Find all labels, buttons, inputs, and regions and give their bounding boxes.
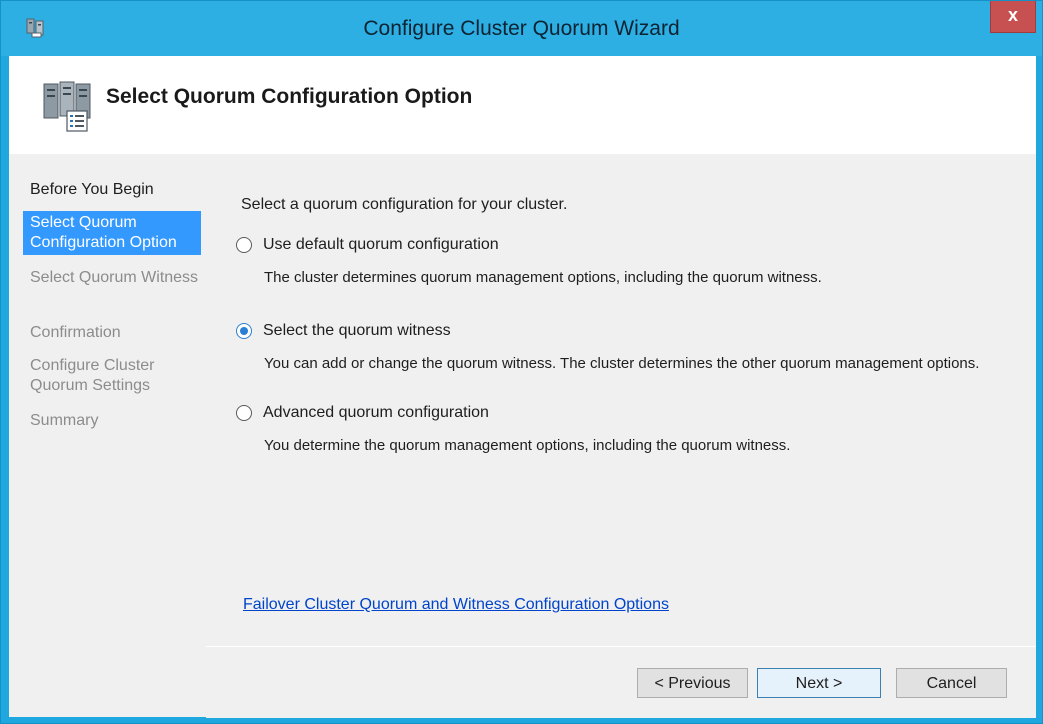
option-default-quorum-description: The cluster determines quorum management… — [264, 269, 822, 286]
wizard-footer: < Previous Next > Cancel — [206, 646, 1036, 718]
next-button[interactable]: Next > — [757, 668, 881, 698]
option-select-quorum-witness-label[interactable]: Select the quorum witness — [263, 322, 451, 340]
main-panel: Select a quorum configuration for your c… — [214, 158, 1036, 646]
sidebar-item-configure-cluster-quorum-settings[interactable]: Configure Cluster Quorum Settings — [23, 354, 199, 398]
wizard-window: Configure Cluster Quorum Wizard x Select… — [0, 0, 1043, 724]
close-icon: x — [1007, 5, 1018, 25]
cluster-servers-icon — [43, 81, 91, 132]
sidebar-item-select-quorum-witness[interactable]: Select Quorum Witness — [23, 266, 199, 290]
title-bar[interactable]: Configure Cluster Quorum Wizard x — [1, 1, 1042, 56]
cancel-button[interactable]: Cancel — [896, 668, 1007, 698]
radio-advanced-quorum[interactable] — [236, 405, 252, 421]
radio-default-quorum[interactable] — [236, 237, 252, 253]
option-select-quorum-witness[interactable]: Select the quorum witness — [236, 322, 451, 340]
sidebar-item-summary[interactable]: Summary — [23, 409, 199, 433]
sidebar-item-select-quorum-configuration-option[interactable]: Select Quorum Configuration Option — [23, 211, 201, 255]
option-default-quorum-label[interactable]: Use default quorum configuration — [263, 236, 499, 254]
sidebar-item-before-you-begin[interactable]: Before You Begin — [23, 178, 199, 202]
radio-select-quorum-witness[interactable] — [236, 323, 252, 339]
page-header: Select Quorum Configuration Option — [9, 56, 1036, 154]
option-default-quorum[interactable]: Use default quorum configuration — [236, 236, 499, 254]
help-link[interactable]: Failover Cluster Quorum and Witness Conf… — [243, 596, 669, 614]
intro-text: Select a quorum configuration for your c… — [241, 196, 568, 213]
main-content: Select a quorum configuration for your c… — [206, 154, 1036, 646]
window-title: Configure Cluster Quorum Wizard — [363, 17, 680, 40]
option-advanced-quorum-description: You determine the quorum management opti… — [264, 437, 791, 454]
option-advanced-quorum[interactable]: Advanced quorum configuration — [236, 404, 489, 422]
wizard-client-area: Select Quorum Configuration Option Befor… — [9, 56, 1036, 718]
option-advanced-quorum-label[interactable]: Advanced quorum configuration — [263, 404, 489, 422]
close-button[interactable]: x — [990, 1, 1036, 33]
sidebar-item-confirmation[interactable]: Confirmation — [23, 321, 199, 345]
option-select-quorum-witness-description: You can add or change the quorum witness… — [264, 355, 980, 372]
wizard-steps-sidebar: Before You Begin Select Quorum Configura… — [9, 154, 206, 717]
previous-button[interactable]: < Previous — [637, 668, 748, 698]
page-title: Select Quorum Configuration Option — [106, 85, 473, 108]
